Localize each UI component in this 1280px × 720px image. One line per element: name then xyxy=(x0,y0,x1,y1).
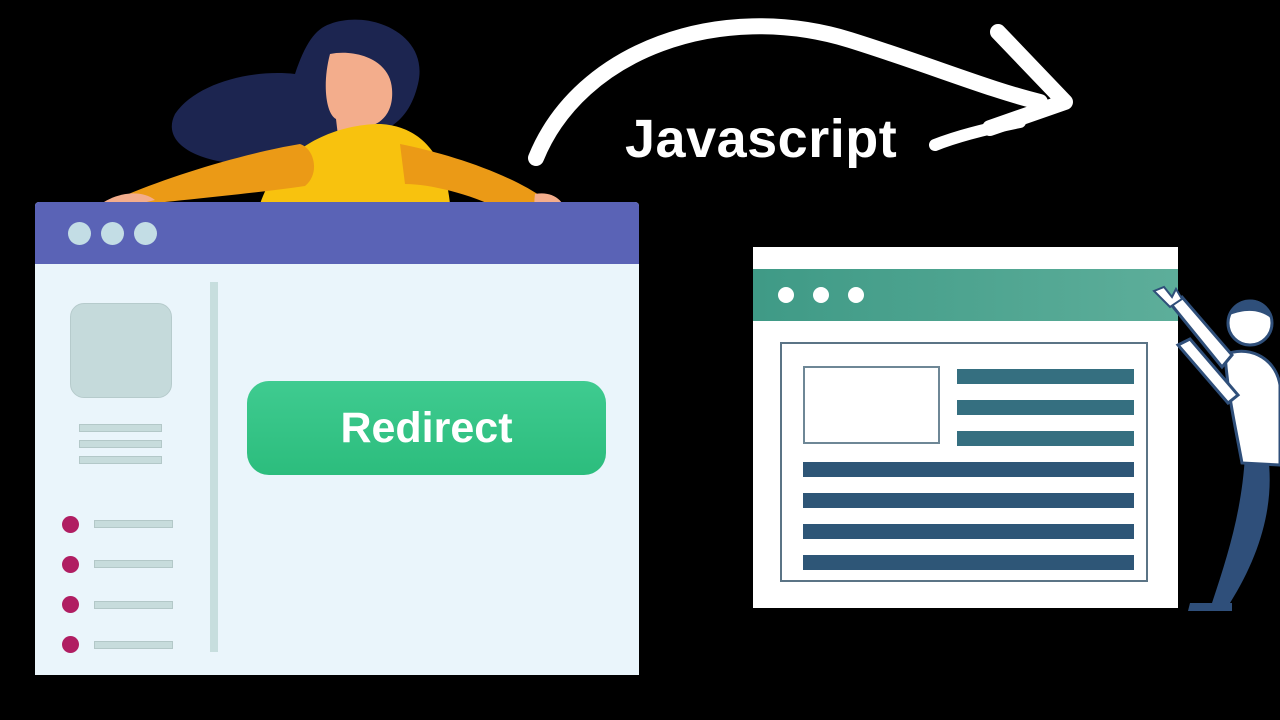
man-illustration xyxy=(1152,285,1280,611)
left-titlebar xyxy=(35,202,639,264)
window-dot xyxy=(848,287,864,303)
avatar-placeholder xyxy=(70,303,172,398)
text-line xyxy=(803,555,1134,570)
list-bullet xyxy=(62,596,79,613)
right-browser-window xyxy=(753,247,1178,608)
list-line xyxy=(94,601,173,609)
text-line xyxy=(79,456,162,464)
sidebar-divider xyxy=(210,282,218,652)
list-bullet xyxy=(62,636,79,653)
window-dot xyxy=(134,222,157,245)
list-line xyxy=(94,520,173,528)
list-line xyxy=(94,560,173,568)
left-browser-window: Redirect xyxy=(35,202,639,675)
page-content xyxy=(780,342,1148,582)
redirect-button[interactable]: Redirect xyxy=(247,381,606,475)
text-line xyxy=(803,524,1134,539)
list-line xyxy=(94,641,173,649)
text-line xyxy=(957,400,1134,415)
window-dot xyxy=(778,287,794,303)
image-placeholder xyxy=(803,366,940,444)
list-bullet xyxy=(62,556,79,573)
text-line xyxy=(803,493,1134,508)
window-dot xyxy=(813,287,829,303)
list-bullet xyxy=(62,516,79,533)
window-dot xyxy=(101,222,124,245)
window-dot xyxy=(68,222,91,245)
text-line xyxy=(803,462,1134,477)
text-line xyxy=(957,431,1134,446)
text-line xyxy=(79,424,162,432)
text-line xyxy=(79,440,162,448)
arrow-label: Javascript xyxy=(625,109,898,169)
text-line xyxy=(957,369,1134,384)
